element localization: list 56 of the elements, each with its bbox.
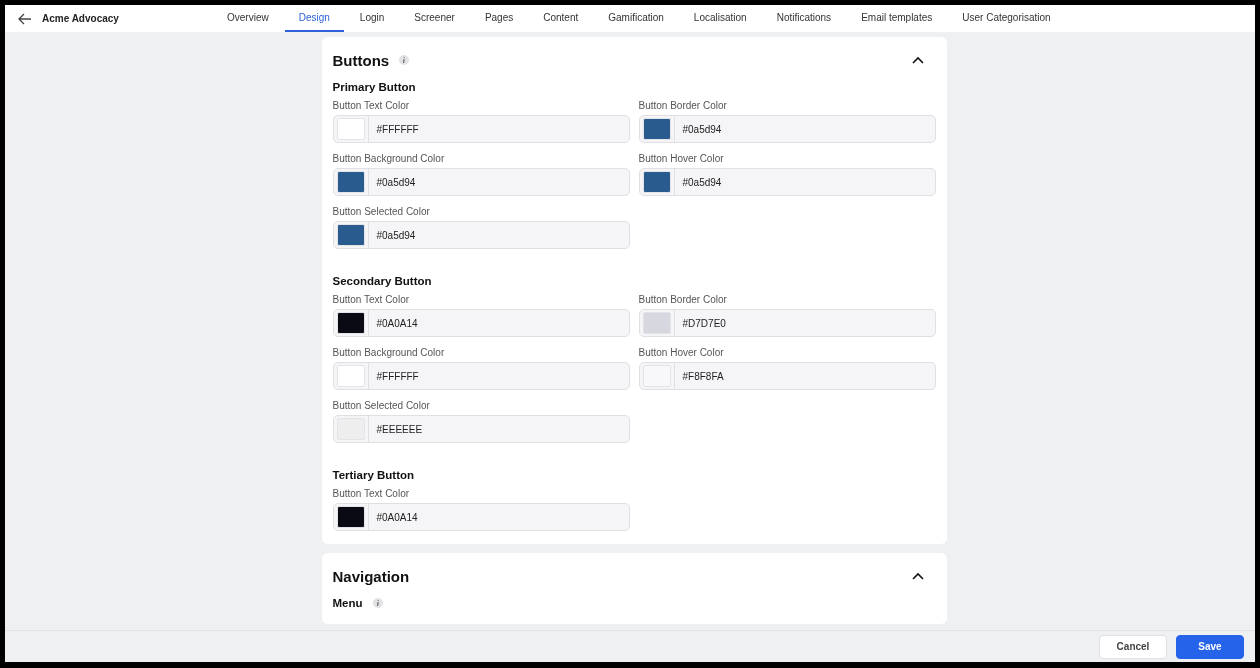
field-label: Button Background Color xyxy=(332,152,446,165)
color-input-field[interactable]: #FFFFFF xyxy=(332,362,630,390)
nav-tab[interactable]: Pages xyxy=(470,5,528,32)
field-label: Button Background Color xyxy=(332,346,446,359)
section-title: Buttons xyxy=(332,51,390,69)
info-icon[interactable] xyxy=(399,55,410,65)
app-title: Acme Advocacy xyxy=(42,13,119,24)
group-title: Primary Button xyxy=(332,81,416,93)
color-swatch[interactable] xyxy=(336,365,365,387)
field-label: Button Text Color xyxy=(332,487,411,500)
color-input-field[interactable]: #0a5d94 xyxy=(638,168,936,196)
field-label: Button Border Color xyxy=(638,293,728,306)
field-label: Button Hover Color xyxy=(638,346,725,359)
color-input-field[interactable]: #0A0A14 xyxy=(332,309,630,337)
color-swatch[interactable] xyxy=(642,312,671,334)
color-swatch[interactable] xyxy=(336,506,365,528)
nav-tab[interactable]: Content xyxy=(529,5,593,32)
color-input-field[interactable]: #FFFFFF xyxy=(332,115,630,143)
field-label: Button Border Color xyxy=(638,99,728,112)
color-input-field[interactable]: #0a5d94 xyxy=(332,168,630,196)
nav-tab[interactable]: Localisation xyxy=(679,5,761,32)
color-input-field[interactable]: #EEEEEE xyxy=(332,415,630,443)
field-label: Button Selected Color xyxy=(332,399,431,412)
group-title: Secondary Button xyxy=(332,275,432,287)
color-input-field[interactable]: #0a5d94 xyxy=(638,115,936,143)
color-swatch[interactable] xyxy=(336,118,365,140)
color-input-field[interactable]: #0a5d94 xyxy=(332,221,630,249)
color-swatch[interactable] xyxy=(336,171,365,193)
chevron-icon[interactable] xyxy=(911,56,924,64)
nav-tab[interactable]: Login xyxy=(345,5,399,32)
color-swatch[interactable] xyxy=(336,312,365,334)
chevron-icon[interactable] xyxy=(911,572,924,580)
group-title: Menu xyxy=(332,597,363,609)
field-label: Button Text Color xyxy=(332,293,411,306)
nav-tab[interactable]: Notifications xyxy=(762,5,846,32)
field-label: Button Selected Color xyxy=(332,205,431,218)
color-swatch[interactable] xyxy=(642,118,671,140)
group-title: Tertiary Button xyxy=(332,469,415,481)
info-icon[interactable] xyxy=(372,598,383,608)
nav-tab[interactable]: User Categorisation xyxy=(948,5,1065,32)
color-swatch[interactable] xyxy=(642,171,671,193)
color-swatch[interactable] xyxy=(336,224,365,246)
field-label: Button Hover Color xyxy=(638,152,725,165)
nav-tab[interactable]: Overview xyxy=(213,5,283,32)
color-input-field[interactable]: #F8F8FA xyxy=(638,362,936,390)
cancel-button[interactable]: Cancel xyxy=(1099,634,1167,659)
color-input-field[interactable]: #D7D7E0 xyxy=(638,309,936,337)
nav-tab[interactable]: Screener xyxy=(400,5,469,32)
nav-tab[interactable]: Email templates xyxy=(847,5,947,32)
nav-tab[interactable]: Design xyxy=(284,5,344,32)
color-input-field[interactable]: #0A0A14 xyxy=(332,503,630,531)
back-arrow-icon[interactable] xyxy=(18,12,32,25)
nav-tab[interactable]: Gamification xyxy=(594,5,678,32)
save-button[interactable]: Save xyxy=(1176,634,1244,659)
section-title: Navigation xyxy=(332,567,410,585)
field-label: Button Text Color xyxy=(332,99,411,112)
